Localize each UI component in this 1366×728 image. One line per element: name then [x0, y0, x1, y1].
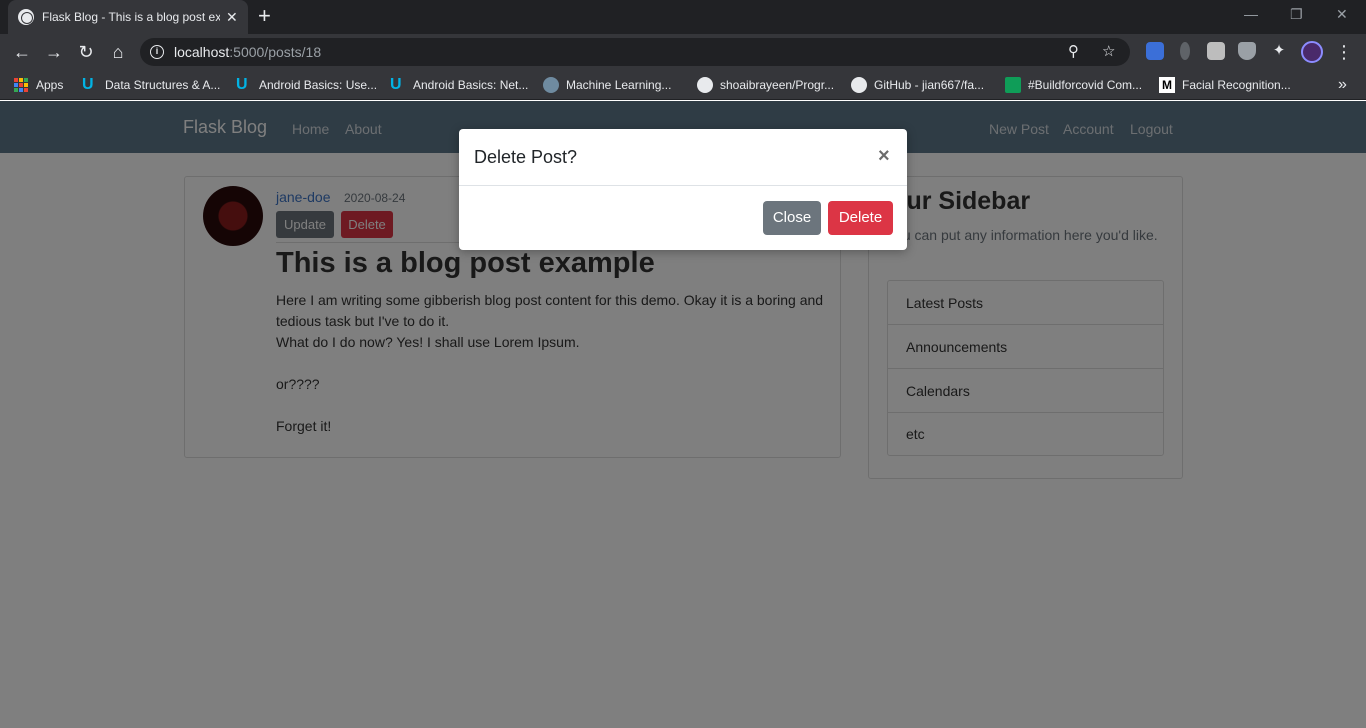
bookmark-label: Machine Learning... — [566, 78, 672, 92]
window-restore-button[interactable]: ❐ — [1290, 6, 1303, 23]
bookmark-label: Facial Recognition... — [1182, 78, 1291, 92]
browser-tab-strip: Flask Blog - This is a blog post example… — [0, 0, 1366, 34]
udacity-icon: U — [82, 76, 94, 93]
profile-avatar[interactable] — [1301, 41, 1323, 63]
bookmarks-overflow-button[interactable]: » — [1338, 76, 1347, 94]
bookmark-apps[interactable]: Apps — [14, 76, 63, 94]
bookmark-item[interactable]: GitHub - jian667/fa... — [851, 76, 984, 94]
bookmark-item[interactable]: #Buildforcovid Com... — [1005, 76, 1142, 94]
udacity-icon: U — [390, 76, 402, 93]
delete-confirm-modal: Delete Post? × Close Delete — [459, 129, 907, 250]
modal-close-button[interactable]: Close — [763, 201, 821, 235]
site-info-icon[interactable]: i — [150, 45, 164, 59]
tab-title: Flask Blog - This is a blog post example — [42, 10, 220, 24]
tab-close-icon[interactable]: ✕ — [226, 9, 238, 26]
medium-icon: M — [1159, 77, 1175, 93]
browser-menu-icon[interactable]: ⋮ — [1332, 40, 1356, 64]
bookmark-label: Apps — [36, 78, 64, 92]
bookmark-label: Android Basics: Use... — [259, 78, 378, 92]
extension-image-icon[interactable] — [1207, 42, 1225, 60]
bookmarks-bar: Apps U Data Structures & A... U Android … — [0, 70, 1366, 100]
window-close-button[interactable]: ✕ — [1336, 6, 1348, 23]
brain-icon — [543, 77, 559, 93]
globe-icon — [18, 9, 34, 25]
github-icon — [697, 77, 713, 93]
back-button[interactable]: ← — [10, 40, 34, 64]
udacity-icon: U — [236, 76, 248, 93]
extension-pen-icon[interactable] — [1146, 42, 1164, 60]
url-path: :5000/posts/18 — [229, 44, 322, 60]
modal-title: Delete Post? — [474, 147, 578, 167]
url-host: localhost — [174, 44, 230, 60]
bookmark-item[interactable]: U Data Structures & A... — [82, 76, 220, 94]
bookmark-star-icon[interactable]: ☆ — [1102, 38, 1115, 66]
browser-toolbar: ← → ↻ ⌂ i localhost:5000/posts/18 ⚲ ☆ ✦ … — [0, 34, 1366, 70]
zoom-icon[interactable]: ⚲ — [1068, 38, 1079, 66]
bookmark-item[interactable]: U Android Basics: Net... — [390, 76, 528, 94]
bookmark-item[interactable]: Machine Learning... — [543, 76, 671, 94]
reload-button[interactable]: ↻ — [74, 40, 98, 64]
sheets-icon — [1005, 77, 1021, 93]
modal-header: Delete Post? × — [459, 129, 907, 186]
new-tab-button[interactable]: + — [258, 5, 271, 27]
extension-dropper-icon[interactable] — [1180, 42, 1190, 60]
bookmark-label: shoaibrayeen/Progr... — [720, 78, 835, 92]
modal-delete-button[interactable]: Delete — [828, 201, 893, 235]
bookmark-label: Android Basics: Net... — [413, 78, 529, 92]
bookmark-label: Data Structures & A... — [105, 78, 221, 92]
forward-button[interactable]: → — [42, 40, 66, 64]
home-button[interactable]: ⌂ — [106, 40, 130, 64]
modal-close-icon[interactable]: × — [878, 145, 890, 168]
extensions-puzzle-icon[interactable]: ✦ — [1270, 42, 1288, 60]
bookmark-label: GitHub - jian667/fa... — [874, 78, 985, 92]
bookmark-item[interactable]: U Android Basics: Use... — [236, 76, 377, 94]
bookmark-item[interactable]: shoaibrayeen/Progr... — [697, 76, 834, 94]
browser-tab[interactable]: Flask Blog - This is a blog post example… — [8, 0, 248, 34]
address-bar[interactable]: i localhost:5000/posts/18 ⚲ ☆ — [140, 38, 1130, 66]
apps-grid-icon — [14, 78, 28, 92]
bookmark-label: #Buildforcovid Com... — [1028, 78, 1143, 92]
bookmark-item[interactable]: M Facial Recognition... — [1159, 76, 1291, 94]
window-minimize-button[interactable]: — — [1244, 6, 1258, 22]
extension-shield-icon[interactable] — [1238, 42, 1256, 60]
github-icon — [851, 77, 867, 93]
